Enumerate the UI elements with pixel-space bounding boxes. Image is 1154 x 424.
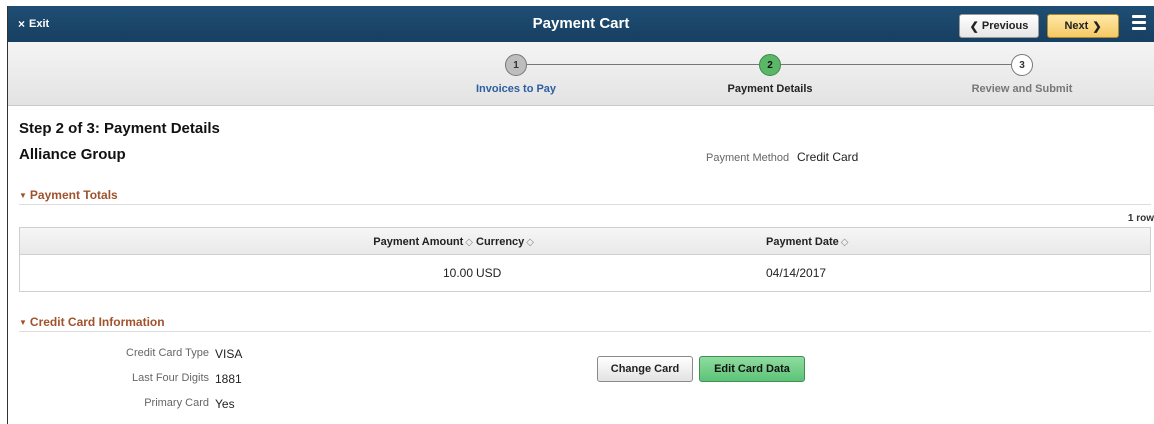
exit-label: Exit: [29, 18, 50, 30]
row-count: 1 row: [1127, 213, 1154, 224]
card-type-label: Credit Card Type: [126, 347, 209, 359]
column-header-payment-date[interactable]: Payment Date ◇: [766, 236, 848, 248]
last-four-value: 1881: [215, 372, 242, 386]
train-connector: [781, 64, 1011, 65]
primary-card-value: Yes: [215, 397, 235, 411]
chevron-left-icon: ❮: [969, 20, 979, 33]
sort-icon: ◇: [465, 237, 473, 248]
collapse-triangle-icon: ▼: [19, 318, 27, 327]
last-four-label: Last Four Digits: [131, 372, 209, 384]
hamburger-menu-icon[interactable]: [1132, 15, 1146, 30]
payment-totals-title: Payment Totals: [29, 188, 118, 202]
step-2-circle: 2: [759, 54, 781, 76]
payment-totals-section-toggle[interactable]: ▼ Payment Totals: [19, 188, 1151, 205]
step-1-link-invoices[interactable]: Invoices to Pay: [476, 83, 556, 95]
next-button[interactable]: Next ❯: [1047, 14, 1119, 38]
step-train: 1 2 3 Invoices to Pay Payment Details Re…: [8, 42, 1154, 106]
train-connector: [527, 64, 759, 65]
cell-payment-date: 04/14/2017: [766, 266, 827, 280]
change-card-button[interactable]: Change Card: [597, 356, 693, 382]
step-3-circle: 3: [1011, 54, 1033, 76]
table-row: 10.00 USD 04/14/2017: [20, 255, 1150, 291]
step-3-label: Review and Submit: [971, 83, 1073, 95]
collapse-triangle-icon: ▼: [19, 191, 27, 200]
cell-payment-amount: 10.00: [442, 266, 473, 280]
credit-card-section-toggle[interactable]: ▼ Credit Card Information: [19, 315, 1151, 332]
previous-label: Previous: [981, 20, 1029, 32]
cell-currency: USD: [476, 266, 502, 280]
grid-header-row: Payment Amount ◇ Currency ◇ Payment Date ◇: [20, 228, 1150, 255]
step-2-label-current: Payment Details: [727, 83, 813, 95]
step-1-circle[interactable]: 1: [505, 54, 527, 76]
payment-totals-grid: Payment Amount ◇ Currency ◇ Payment Date ◇ …: [19, 227, 1151, 292]
close-icon: ×: [18, 17, 26, 31]
chevron-right-icon: ❯: [1092, 20, 1102, 33]
primary-card-label: Primary Card: [144, 397, 209, 409]
exit-button[interactable]: × Exit: [18, 17, 49, 31]
sort-icon: ◇: [840, 237, 849, 248]
next-label: Next: [1064, 20, 1089, 32]
payment-method-label: Payment Method: [706, 152, 790, 164]
organization-name: Alliance Group: [19, 146, 126, 163]
sort-icon: ◇: [526, 237, 534, 248]
step-heading: Step 2 of 3: Payment Details: [19, 120, 220, 137]
column-header-payment-amount[interactable]: Payment Amount ◇: [373, 236, 473, 248]
previous-button[interactable]: ❮ Previous: [959, 14, 1039, 38]
app-frame: × Exit Payment Cart ❮ Previous Next ❯ 1 …: [7, 6, 1154, 424]
payment-method-value: Credit Card: [797, 150, 859, 164]
edit-card-data-button[interactable]: Edit Card Data: [699, 356, 805, 382]
header-bar: × Exit Payment Cart ❮ Previous Next ❯: [8, 6, 1154, 42]
column-header-currency[interactable]: Currency ◇: [476, 236, 534, 248]
credit-card-title: Credit Card Information: [29, 315, 165, 329]
card-type-value: VISA: [215, 347, 243, 361]
